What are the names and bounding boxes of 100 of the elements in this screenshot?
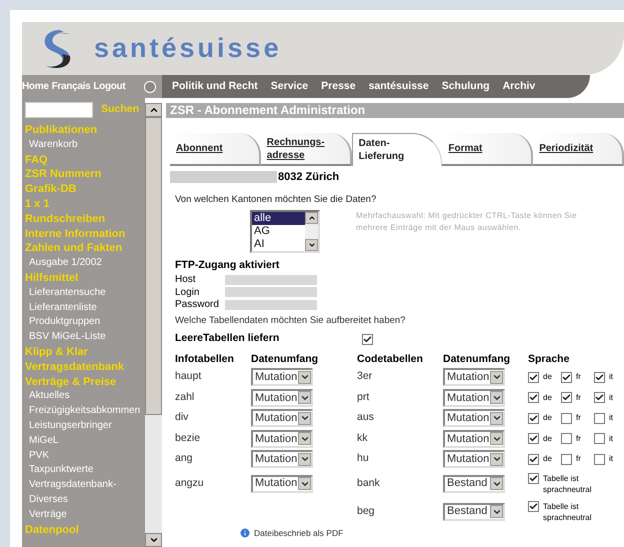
nav-link[interactable]: Home (22, 79, 49, 94)
check-icon (595, 393, 604, 402)
sidebar-section-link[interactable]: Publikationen (25, 123, 145, 138)
nav-link[interactable]: santésuisse (368, 78, 429, 94)
checkbox[interactable] (528, 392, 539, 404)
nav-link[interactable]: Schulung (442, 78, 490, 94)
sidebar-link[interactable]: Vertragsdatenbank- Diverses (25, 478, 145, 508)
sidebar-section-link[interactable]: Zahlen und Fakten (25, 241, 145, 256)
checkbox[interactable] (561, 433, 572, 444)
checkbox[interactable] (594, 412, 605, 424)
kanton-listbox[interactable]: alle AG AI (250, 210, 320, 253)
dropdown[interactable]: Mutation (251, 474, 313, 492)
dropdown[interactable]: Mutation (251, 388, 313, 407)
tab[interactable]: Periodizität (533, 133, 624, 166)
sidebar-section-link[interactable]: Rundschreiben (25, 212, 145, 227)
checkbox[interactable] (528, 454, 539, 465)
sidebar-link[interactable]: MiGeL (25, 434, 145, 449)
sidebar-section-link[interactable]: FAQ (25, 152, 145, 168)
checkbox[interactable] (561, 412, 572, 424)
checkbox[interactable] (528, 500, 539, 512)
language-label: de (543, 412, 552, 424)
sidebar-link[interactable]: BSV MiGeL-Liste (25, 330, 145, 345)
input-field[interactable] (225, 300, 317, 310)
field-label: Password (175, 298, 220, 312)
kanton-option[interactable]: alle (252, 212, 305, 225)
scrollbar[interactable] (145, 103, 162, 547)
nav-link[interactable]: Français (52, 79, 90, 94)
checkbox[interactable] (528, 372, 539, 383)
tab[interactable]: Rechnungs- adresse (260, 133, 352, 166)
language-label: it (609, 392, 613, 404)
dropdown[interactable]: Bestand (443, 474, 505, 492)
sidebar-link[interactable]: Taxpunktwerte (25, 463, 145, 478)
table-cell-text: hu (357, 451, 369, 466)
checkbox[interactable] (594, 433, 605, 444)
dropdown[interactable]: Mutation (251, 368, 313, 386)
column-header: Infotabellen (175, 352, 235, 367)
tab[interactable]: Abonnent (170, 133, 261, 166)
dropdown[interactable]: Mutation (251, 450, 313, 468)
sidebar-section-link[interactable]: Verträge & Preise (25, 374, 145, 390)
search-field[interactable] (25, 102, 93, 118)
checkbox[interactable] (528, 472, 539, 484)
input-field[interactable] (225, 274, 317, 285)
sidebar-link[interactable]: Leistungserbringer (25, 418, 145, 434)
check-icon (562, 393, 571, 402)
scroll-down-icon[interactable] (145, 533, 162, 547)
dropdown[interactable]: Mutation (443, 388, 505, 407)
scroll-up-icon[interactable] (145, 103, 162, 117)
sidebar-section-link[interactable]: Klipp & Klar (25, 344, 145, 360)
nav-link[interactable]: Presse (321, 78, 356, 94)
nav-link[interactable]: Service (270, 78, 308, 94)
nav-link[interactable]: Archiv (502, 78, 536, 94)
checkbox[interactable] (594, 392, 605, 404)
scroll-up-icon[interactable] (305, 212, 318, 224)
checkbox[interactable] (528, 412, 539, 424)
sidebar-section-link[interactable]: Vertragsdatenbank (25, 360, 145, 375)
kanton-question: Von welchen Kantonen möchten Sie die Daten? (175, 192, 378, 206)
sidebar-link[interactable]: PVK (25, 448, 145, 464)
dropdown[interactable]: Bestand (443, 502, 505, 520)
checkbox[interactable] (362, 334, 373, 345)
sidebar-section-link[interactable]: Interne Information (25, 226, 145, 242)
language-label: de (543, 432, 552, 445)
sidebar-link[interactable]: Ausgabe 1/2002 (25, 256, 145, 271)
input-field[interactable] (225, 287, 317, 298)
tab[interactable]: Format (442, 133, 534, 166)
dropdown[interactable]: Mutation (251, 409, 313, 428)
kanton-option[interactable]: AG (252, 224, 305, 238)
checkbox[interactable] (561, 454, 572, 465)
kanton-option[interactable]: AI (252, 238, 305, 251)
sidebar-link[interactable]: Produktgruppen (25, 315, 145, 330)
sidebar-link[interactable]: Warenkorb (25, 138, 145, 153)
search-button[interactable]: Suchen (101, 102, 139, 118)
sidebar-section-link[interactable]: ZSR Nummern (25, 167, 145, 182)
checkbox[interactable] (561, 372, 572, 383)
nav-link[interactable]: Politik und Recht (172, 78, 258, 94)
sidebar-section-link[interactable]: 1 x 1 (25, 196, 145, 212)
nav-link[interactable]: Logout (93, 79, 126, 94)
dropdown[interactable]: Mutation (443, 450, 505, 468)
dropdown[interactable]: Mutation (443, 430, 505, 448)
sidebar-link[interactable]: Verträge (25, 508, 145, 523)
empty-tables-label: LeereTabellen liefern (175, 331, 280, 346)
sidebar-link[interactable]: Aktuelles (25, 389, 145, 404)
dropdown[interactable]: Mutation (251, 430, 313, 448)
sidebar-section-link[interactable]: Hilfsmittel (25, 270, 145, 286)
sidebar-section-link[interactable]: Grafik-DB (25, 182, 145, 197)
sidebar-link[interactable]: Freizügigkeitsabkommen (25, 404, 145, 419)
checkbox[interactable] (528, 433, 539, 444)
language-label: fr (576, 432, 581, 445)
checkbox[interactable] (561, 392, 572, 404)
dropdown[interactable]: Mutation (443, 409, 505, 428)
pdf-link[interactable]: Dateibeschrieb als PDF (254, 526, 344, 540)
dropdown[interactable]: Mutation (443, 368, 505, 386)
sidebar-link[interactable]: Lieferantensuche (25, 286, 145, 301)
sidebar-link[interactable]: Lieferantenliste (25, 300, 145, 316)
sidebar-section-link[interactable]: Datenpool (25, 522, 145, 538)
scroll-down-icon[interactable] (305, 238, 318, 251)
table-cell-text: angzu (175, 476, 204, 491)
checkbox[interactable] (594, 372, 605, 383)
scroll-thumb[interactable] (145, 117, 162, 415)
tab[interactable]: Daten- Lieferung (352, 133, 442, 166)
checkbox[interactable] (594, 454, 605, 465)
